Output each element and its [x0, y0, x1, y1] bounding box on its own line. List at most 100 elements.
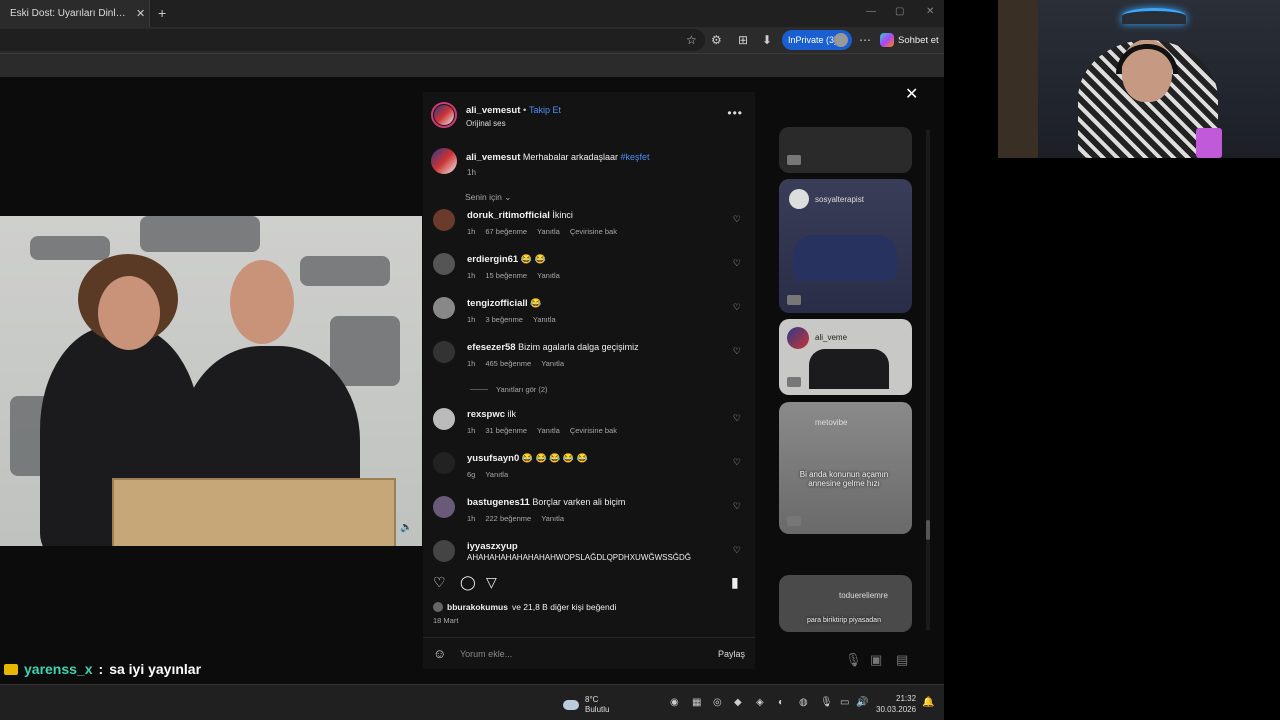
commenter-name[interactable]: bastugenes11: [467, 497, 530, 508]
close-modal-icon[interactable]: ✕: [905, 84, 918, 104]
scrollbar-thumb[interactable]: [926, 520, 930, 540]
commenter-avatar[interactable]: [433, 496, 455, 518]
commenter-avatar[interactable]: [433, 253, 455, 275]
emoji-icon[interactable]: ☺: [433, 646, 446, 661]
comment-input[interactable]: Yorum ekle...: [460, 649, 512, 659]
more-options-icon[interactable]: •••: [727, 106, 743, 120]
commenter-avatar[interactable]: [433, 452, 455, 474]
comment-icon[interactable]: ◯: [460, 574, 476, 591]
comment-likes[interactable]: 3 beğenme: [485, 315, 523, 324]
notification-bell-icon[interactable]: 🔔: [922, 697, 934, 708]
liked-by-rest[interactable]: ve 21,8 B diğer kişi beğendi: [512, 602, 616, 612]
author-name[interactable]: ali_vemesut: [466, 105, 520, 116]
commenter-avatar[interactable]: [433, 209, 455, 231]
sticker-icon[interactable]: ▤: [896, 652, 908, 668]
commenter-avatar[interactable]: [433, 540, 455, 562]
share-icon[interactable]: ▽: [486, 574, 497, 591]
minimize-icon[interactable]: —: [866, 6, 876, 17]
tray-app-icon[interactable]: ◆: [734, 697, 742, 708]
audio-label[interactable]: Orijinal ses: [466, 119, 506, 128]
tray-app-icon[interactable]: ◐: [778, 697, 784, 708]
save-bookmark-icon[interactable]: ▮: [731, 574, 739, 591]
view-replies-button[interactable]: Yanıtları gör (2): [470, 385, 548, 394]
comment-reply[interactable]: Yanıtla: [533, 315, 556, 324]
commenter-name[interactable]: rexspwc: [467, 409, 505, 420]
commenter-name[interactable]: yusufsayn0: [467, 453, 519, 464]
tray-app-icon[interactable]: ◎: [713, 697, 722, 708]
commenter-name[interactable]: erdiergin61: [467, 254, 518, 265]
browser-tab[interactable]: Eski Dost: Uyarıları Dinlememek N ✕: [0, 0, 150, 27]
comment-reply[interactable]: Yanıtla: [541, 514, 564, 523]
comment-translate[interactable]: Çevirisine bak: [570, 426, 617, 435]
tab-close-icon[interactable]: ✕: [136, 7, 145, 20]
comment-reply[interactable]: Yanıtla: [537, 227, 560, 236]
liked-by-user[interactable]: bburakokumus: [447, 602, 508, 612]
commenter-name[interactable]: efesezer58: [467, 342, 516, 353]
tray-app-icon[interactable]: ▦: [692, 697, 701, 708]
comment-likes[interactable]: 67 beğenme: [485, 227, 527, 236]
volume-icon[interactable]: 🔈: [400, 522, 412, 533]
comment-like-icon[interactable]: ♡: [733, 413, 741, 424]
comment-like-icon[interactable]: ♡: [733, 346, 741, 357]
commenter-avatar[interactable]: [433, 341, 455, 363]
favorite-star-icon[interactable]: ☆: [686, 33, 697, 47]
reel-thumb[interactable]: sosyalterapist: [779, 179, 912, 313]
scrollbar[interactable]: [926, 130, 930, 630]
more-menu-icon[interactable]: ⋯: [859, 33, 871, 47]
author-avatar[interactable]: [434, 105, 454, 125]
collections-icon[interactable]: ⊞: [738, 33, 748, 47]
comment-reply[interactable]: Yanıtla: [541, 359, 564, 368]
comment-reply[interactable]: Yanıtla: [485, 470, 508, 479]
mic-icon[interactable]: 🎙: [845, 652, 862, 668]
comment-like-icon[interactable]: ♡: [733, 545, 741, 556]
commenter-name[interactable]: doruk_ritimofficial: [467, 210, 550, 221]
maximize-icon[interactable]: ▢: [895, 6, 904, 17]
new-tab-button[interactable]: +: [158, 5, 166, 21]
reel-thumb[interactable]: ali_veme: [779, 319, 912, 395]
reel-video[interactable]: 🔈: [0, 216, 422, 546]
comment-likes[interactable]: 465 beğenme: [485, 359, 531, 368]
tray-app-icon[interactable]: ◍: [799, 697, 808, 708]
comment-reply[interactable]: Yanıtla: [537, 271, 560, 280]
address-input[interactable]: [0, 29, 705, 51]
like-icon[interactable]: ♡: [433, 574, 446, 591]
comment-translate[interactable]: Çevirisine bak: [570, 227, 617, 236]
comment-sort-dropdown[interactable]: Senin için ⌄: [465, 192, 511, 203]
comment-likes[interactable]: 15 beğenme: [485, 271, 527, 280]
address-bar-row: ☆ ⚙ ⊞ ⬇ InPrivate (3) ⋯ Sohbet et: [0, 27, 944, 53]
microphone-icon[interactable]: 🎙: [820, 697, 833, 708]
comment-like-icon[interactable]: ♡: [733, 457, 741, 468]
tray-app-icon[interactable]: ◉: [670, 697, 679, 708]
commenter-name[interactable]: iyyaszxyup: [467, 541, 518, 552]
comment-likes[interactable]: 31 beğenme: [485, 426, 527, 435]
reel-thumb[interactable]: [779, 127, 912, 173]
comment-likes[interactable]: 222 beğenme: [485, 514, 531, 523]
comment-like-icon[interactable]: ♡: [733, 214, 741, 225]
post-comment-button[interactable]: Paylaş: [718, 649, 745, 659]
tray-app-icon[interactable]: ◈: [756, 697, 764, 708]
extensions-icon[interactable]: ⚙: [711, 33, 722, 47]
weather-widget[interactable]: 8°C Bulutlu: [563, 695, 609, 715]
caption-avatar[interactable]: [431, 148, 457, 174]
chat-button[interactable]: Sohbet et: [880, 33, 939, 47]
commenter-avatar[interactable]: [433, 297, 455, 319]
follow-button[interactable]: Takip Et: [529, 105, 561, 115]
caption-hashtag[interactable]: #keşfet: [621, 152, 650, 162]
comment-like-icon[interactable]: ♡: [733, 501, 741, 512]
window-close-icon[interactable]: ✕: [926, 6, 934, 17]
comment-row: yusufsayn0 😂 😂 😂 😂 😂 6g Yanıtla ♡: [433, 452, 749, 492]
speaker-icon[interactable]: 🔊: [856, 697, 868, 708]
caption-user[interactable]: ali_vemesut: [466, 152, 520, 163]
comment-reply[interactable]: Yanıtla: [537, 426, 560, 435]
image-icon[interactable]: ▣: [870, 652, 882, 668]
reel-thumb[interactable]: metovibe Bi anda konunun açamın annesine…: [779, 402, 912, 534]
inprivate-button[interactable]: InPrivate (3): [782, 30, 852, 50]
comment-like-icon[interactable]: ♡: [733, 258, 741, 269]
reel-thumb[interactable]: toduereliemre para biriktirip piyasadan: [779, 575, 912, 632]
commenter-name[interactable]: tengizofficiall: [467, 298, 528, 309]
comment-like-icon[interactable]: ♡: [733, 302, 741, 313]
commenter-avatar[interactable]: [433, 408, 455, 430]
network-icon[interactable]: ▭: [840, 697, 849, 708]
clock[interactable]: 21:32 30.03.2026: [876, 693, 916, 715]
download-icon[interactable]: ⬇: [762, 33, 772, 47]
